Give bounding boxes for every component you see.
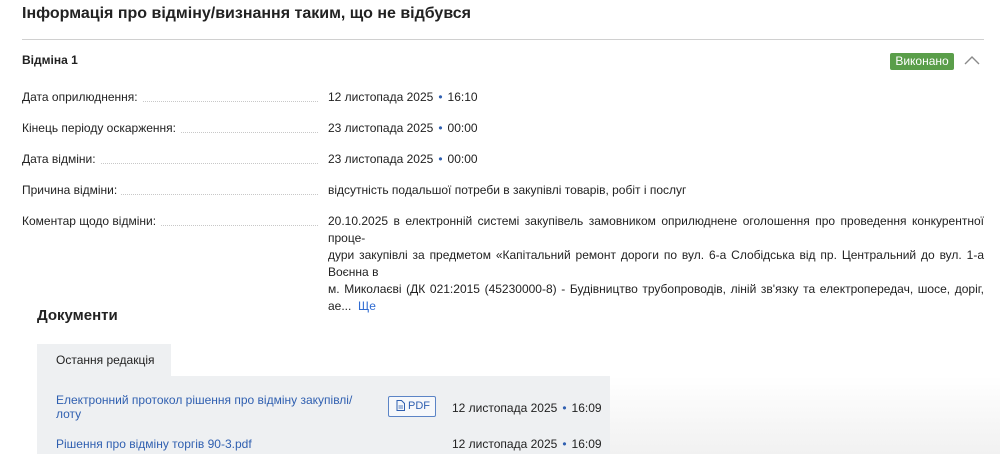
panel-shadow — [610, 376, 1000, 454]
publication-date-label: Дата оприлюднення: — [22, 90, 142, 104]
comment-line: м. Миколаєві (ДК 021:2015 (45230000-8) -… — [328, 281, 984, 315]
cancellation-date-label: Дата відміни: — [22, 152, 100, 166]
reason-value: відсутність подальшої потреби в закупівл… — [328, 183, 687, 197]
comment-label: Коментар щодо відміни: — [22, 214, 161, 228]
bullet-separator: • — [438, 152, 443, 166]
date-text: 12 листопада 2025 — [328, 90, 434, 104]
cancellation-date-value: 23 листопада 2025 • 00:00 — [328, 151, 984, 168]
document-date: 12 листопада 2025 • 16:09 — [452, 437, 602, 451]
show-more-link[interactable]: Ще — [358, 299, 376, 313]
document-date: 12 листопада 2025 • 16:09 — [452, 401, 602, 415]
time-text: 16:09 — [571, 437, 602, 451]
pdf-button[interactable]: PDF — [388, 396, 436, 417]
status-badge: Виконано — [890, 53, 954, 70]
time-text: 00:00 — [447, 152, 478, 166]
bullet-separator: • — [562, 401, 567, 415]
appeal-end-value: 23 листопада 2025 • 00:00 — [328, 120, 984, 137]
documents-title: Документи — [37, 307, 118, 324]
comment-line: дури закупівлі за предметом «Капітальний… — [328, 248, 984, 279]
appeal-end-label: Кінець періоду оскарження: — [22, 121, 180, 135]
bullet-separator: • — [562, 437, 567, 451]
divider — [22, 39, 984, 40]
date-text: 12 листопада 2025 — [452, 401, 558, 415]
time-text: 16:10 — [447, 90, 478, 104]
time-text: 16:09 — [571, 401, 602, 415]
bullet-separator: • — [438, 90, 443, 104]
document-link-decision[interactable]: Рішення про відміну торгів 90-3.pdf — [56, 437, 252, 451]
section-title: Інформація про відміну/визнання таким, щ… — [22, 5, 471, 22]
date-text: 23 листопада 2025 — [328, 121, 434, 135]
reason-label: Причина відміни: — [22, 183, 122, 197]
date-text: 12 листопада 2025 — [452, 437, 558, 451]
publication-date-value: 12 листопада 2025 • 16:10 — [328, 89, 984, 106]
comment-value: 20.10.2025 в електронній системі закупів… — [328, 213, 984, 315]
date-text: 23 листопада 2025 — [328, 152, 434, 166]
chevron-up-icon — [964, 56, 980, 65]
collapse-button[interactable] — [961, 52, 983, 70]
bullet-separator: • — [438, 121, 443, 135]
time-text: 00:00 — [447, 121, 478, 135]
pdf-label: PDF — [408, 400, 430, 412]
file-icon — [396, 400, 405, 411]
tab-latest-revision[interactable]: Остання редакція — [37, 344, 171, 376]
cancellation-title: Відміна 1 — [22, 53, 78, 67]
comment-line-text: м. Миколаєві (ДК 021:2015 (45230000-8) -… — [328, 282, 984, 313]
comment-line: 20.10.2025 в електронній системі закупів… — [328, 214, 984, 245]
document-link-protocol[interactable]: Електронний протокол рішення про відміну… — [56, 393, 356, 421]
